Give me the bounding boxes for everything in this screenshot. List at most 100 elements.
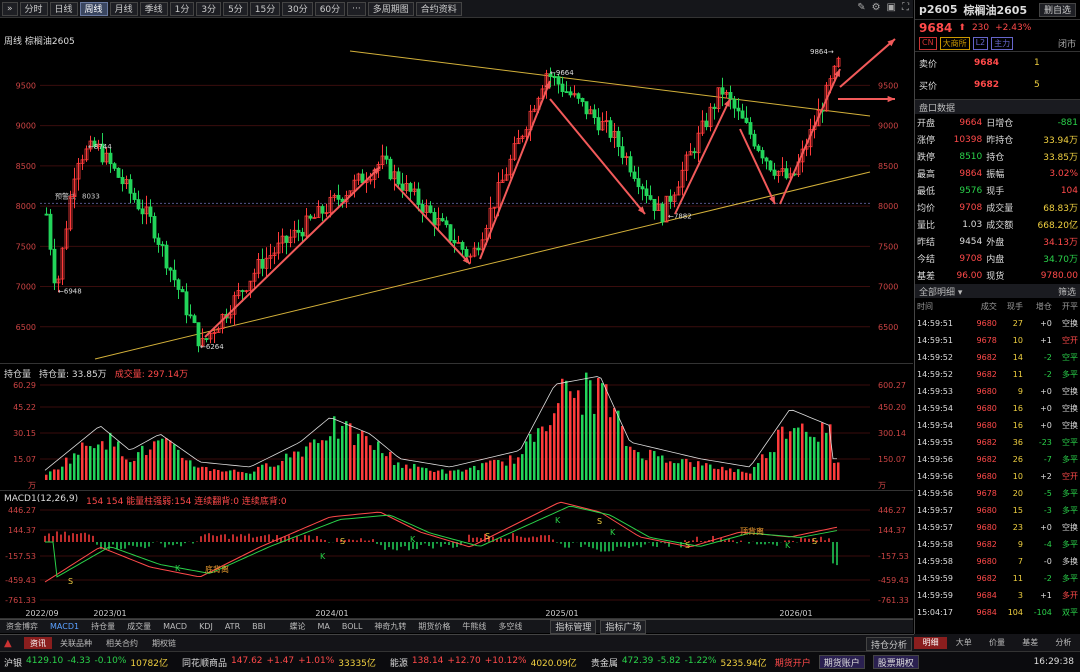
- quote-cell: 今结: [917, 255, 936, 265]
- indicator-tab[interactable]: BBI: [246, 621, 271, 633]
- volume-bar: [453, 470, 456, 480]
- volume-bar: [521, 454, 524, 480]
- candle-body: [648, 195, 653, 200]
- futures-account-notice[interactable]: 期货开户: [775, 656, 811, 669]
- candle-body: [784, 168, 789, 179]
- index-ticker[interactable]: 贵金属 472.39 -5.82 -1.22% 5235.94亿: [591, 656, 767, 669]
- overlay-tab[interactable]: 期货价格: [412, 621, 456, 633]
- detail-tab[interactable]: 基差: [1014, 637, 1047, 649]
- period-button[interactable]: ···: [347, 1, 366, 16]
- detail-tab[interactable]: 明细: [914, 636, 948, 649]
- settings-icon[interactable]: ⚙: [872, 2, 881, 13]
- volume-bar: [801, 423, 804, 480]
- volume-bar: [569, 391, 572, 480]
- volume-bar: [509, 455, 512, 480]
- candle-body: [188, 314, 193, 317]
- detail-tab[interactable]: 价量: [980, 637, 1013, 649]
- index-name: 贵金属: [590, 658, 618, 669]
- indicator-tabs: 资金博弈 MACD1 持仓量 成交量 MACD KDJ ATR BBI 蝶论 MA BOLL 神奇九…: [0, 619, 913, 634]
- period-button[interactable]: 5分: [223, 1, 248, 16]
- camera-icon[interactable]: ▣: [887, 2, 896, 13]
- tick-cell: 14:59:54: [917, 421, 953, 430]
- indicator-tab[interactable]: 资金博弈: [0, 621, 44, 633]
- quote-cell: 均价: [917, 204, 936, 214]
- collapse-icon[interactable]: ▲: [4, 638, 12, 649]
- tick-cell: 14:59:57: [917, 523, 953, 532]
- ticks-title[interactable]: 全部明细: [919, 288, 955, 298]
- news-tab[interactable]: 期权链: [146, 637, 182, 649]
- kline-chart[interactable]: 周线 棕榈油2605 9500 9500 9000 9000 8500 8500 8000 8…: [0, 19, 913, 364]
- tick-cell: +1: [1040, 591, 1052, 600]
- candle-body: [560, 83, 565, 93]
- draw-icon[interactable]: ✎: [857, 2, 865, 13]
- volume-bar: [313, 439, 316, 480]
- period-button[interactable]: 15分: [249, 1, 281, 16]
- volume-bar: [253, 471, 256, 480]
- volume-bar: [341, 426, 344, 480]
- period-button[interactable]: 30分: [282, 1, 313, 16]
- volume-bar: [153, 441, 156, 480]
- overlay-tab[interactable]: BOLL: [336, 621, 369, 633]
- volume-bar: [125, 459, 128, 480]
- volume-bar: [437, 470, 440, 480]
- period-button[interactable]: 周线: [79, 1, 108, 16]
- tick-cell: 9678: [976, 489, 997, 498]
- remove-favorite-button[interactable]: 删自选: [1038, 2, 1076, 17]
- macd-chart[interactable]: MACD1(12,26,9) 154 154 能量柱强弱:154 连续翻背:0 …: [0, 492, 913, 619]
- period-button[interactable]: 3分: [196, 1, 222, 16]
- index-ticker[interactable]: 同花顺商品 147.62 +1.47 +1.01% 33335亿: [182, 656, 376, 669]
- filter-button[interactable]: 筛选: [1058, 285, 1076, 298]
- index-ticker[interactable]: 沪银 4129.10 -4.33 -0.10% 10782亿: [4, 656, 168, 669]
- period-button[interactable]: 月线: [109, 1, 138, 16]
- overlay-tab[interactable]: 牛熊线: [456, 621, 492, 633]
- volume-bar: [649, 449, 652, 480]
- futures-account-button[interactable]: 期货账户: [818, 655, 865, 669]
- indicator-tab[interactable]: 持仓量: [85, 621, 121, 633]
- volume-bar: [117, 441, 120, 480]
- period-button[interactable]: 1分: [169, 1, 195, 16]
- news-tab[interactable]: 关联品种: [54, 637, 98, 649]
- period-button[interactable]: 日线: [49, 1, 78, 16]
- volume-bar: [805, 431, 808, 480]
- volume-bar: [525, 441, 528, 480]
- indicator-tab[interactable]: MACD: [157, 621, 193, 633]
- indicator-tab[interactable]: 成交量: [121, 621, 157, 633]
- overlay-tab[interactable]: 多空线: [492, 621, 528, 633]
- candle-body: [308, 215, 313, 219]
- index-ticker[interactable]: 能源 138.14 +12.70 +10.12% 4020.09亿: [390, 656, 577, 669]
- indicator-tab[interactable]: KDJ: [193, 621, 219, 633]
- overlay-tab[interactable]: MA: [311, 621, 335, 633]
- detail-tab[interactable]: 分析: [1047, 637, 1080, 649]
- overlay-tab[interactable]: 神奇九转: [368, 621, 412, 633]
- quote-cell: 现手: [986, 187, 1005, 197]
- stock-options-button[interactable]: 股票期权: [872, 655, 919, 669]
- toolbar-menu-button[interactable]: »: [2, 1, 18, 16]
- indicator-manage-button[interactable]: 指标管理: [550, 619, 597, 634]
- volume-bar: [61, 466, 64, 480]
- tick-cell: 空开: [1062, 336, 1078, 345]
- open-interest-chart[interactable]: 持仓量 持仓量: 33.85万 成交量: 297.14万 60.29 45.22 3…: [0, 365, 913, 491]
- volume-bar: [657, 456, 660, 480]
- tick-cell: 14:59:52: [917, 353, 953, 362]
- news-tab[interactable]: 资讯: [24, 637, 52, 649]
- volume-bar: [653, 451, 656, 480]
- period-button[interactable]: 多周期图: [367, 1, 414, 16]
- quote-cell: 9708: [959, 253, 983, 264]
- period-button[interactable]: 合约资料: [415, 1, 462, 16]
- fullscreen-icon[interactable]: ⛶: [902, 2, 909, 13]
- period-button[interactable]: 分时: [19, 1, 48, 16]
- indicator-tab[interactable]: ATR: [219, 621, 246, 633]
- candle-body: [240, 290, 245, 292]
- quote-cell: 104: [1060, 185, 1078, 196]
- news-tab[interactable]: 相关合约: [100, 637, 144, 649]
- detail-tab[interactable]: 大单: [947, 637, 980, 649]
- overlay-tab[interactable]: 蝶论: [283, 621, 311, 633]
- volume-bar: [129, 462, 132, 480]
- period-button[interactable]: 季线: [139, 1, 168, 16]
- indicator-plaza-button[interactable]: 指标广场: [600, 619, 647, 634]
- volume-bar: [565, 380, 568, 480]
- volume-bar: [537, 428, 540, 480]
- position-analysis-button[interactable]: 持仓分析: [866, 637, 913, 651]
- indicator-tab[interactable]: MACD1: [44, 621, 85, 633]
- period-button[interactable]: 60分: [314, 1, 346, 16]
